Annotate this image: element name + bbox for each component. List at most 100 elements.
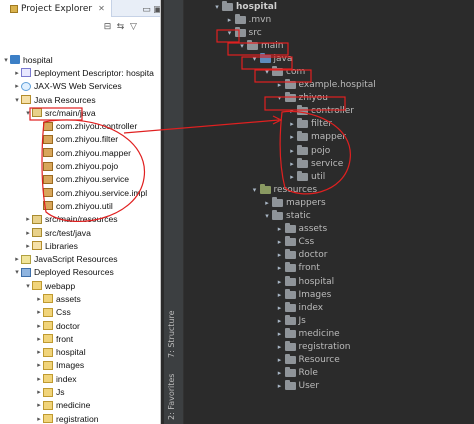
tree-node[interactable]: ▸ doctor [184, 249, 474, 262]
tree-node[interactable]: ▸ Role [184, 367, 474, 380]
tree-item[interactable]: ▸ Css [0, 306, 160, 319]
collapsed-arrow-icon[interactable]: ▸ [287, 173, 297, 181]
link-editor-icon[interactable]: ⇆ [114, 20, 127, 33]
tree-item[interactable]: ▸ Libraries [0, 239, 160, 252]
collapsed-arrow-icon[interactable]: ▸ [275, 278, 285, 286]
tree-node[interactable]: ▾ main [184, 39, 474, 52]
favorites-tab[interactable]: 2: Favorites [167, 374, 176, 420]
collapsed-arrow-icon[interactable]: ▸ [35, 375, 43, 383]
tree-node[interactable]: ▸ .mvn [184, 13, 474, 26]
tree-item[interactable]: ▸ Deployment Descriptor: hospita [0, 66, 160, 79]
tree-node[interactable]: ▸ medicine [184, 327, 474, 340]
tree-node[interactable]: ▸ Images [184, 288, 474, 301]
tree-node[interactable]: ▸ front [184, 262, 474, 275]
expanded-arrow-icon[interactable]: ▾ [2, 56, 10, 64]
collapsed-arrow-icon[interactable]: ▸ [287, 107, 297, 115]
collapsed-arrow-icon[interactable]: ▸ [35, 295, 43, 303]
tree-item[interactable]: ▸ Images [0, 359, 160, 372]
project-explorer-tab[interactable]: Project Explorer ✕ [0, 0, 112, 17]
tree-item[interactable]: com.zhiyou.controller [0, 119, 160, 132]
collapsed-arrow-icon[interactable]: ▸ [275, 291, 285, 299]
collapsed-arrow-icon[interactable]: ▸ [35, 322, 43, 330]
collapsed-arrow-icon[interactable]: ▸ [13, 69, 21, 77]
collapsed-arrow-icon[interactable]: ▸ [287, 147, 297, 155]
collapsed-arrow-icon[interactable]: ▸ [275, 317, 285, 325]
tree-item[interactable]: ▾ hospital [0, 53, 160, 66]
tree-node[interactable]: ▸ assets [184, 223, 474, 236]
expanded-arrow-icon[interactable]: ▾ [24, 109, 32, 117]
collapsed-arrow-icon[interactable]: ▸ [275, 369, 285, 377]
tree-node[interactable]: ▾ src [184, 26, 474, 39]
tree-node[interactable]: ▸ index [184, 301, 474, 314]
tree-node[interactable]: ▾ zhiyou [184, 92, 474, 105]
expanded-arrow-icon[interactable]: ▾ [262, 212, 272, 220]
collapsed-arrow-icon[interactable]: ▸ [287, 160, 297, 168]
collapsed-arrow-icon[interactable]: ▸ [275, 264, 285, 272]
collapsed-arrow-icon[interactable]: ▸ [35, 415, 43, 423]
expanded-arrow-icon[interactable]: ▾ [275, 94, 285, 102]
collapsed-arrow-icon[interactable]: ▸ [275, 225, 285, 233]
tree-node[interactable]: ▸ filter [184, 118, 474, 131]
collapsed-arrow-icon[interactable]: ▸ [13, 255, 21, 263]
expanded-arrow-icon[interactable]: ▾ [250, 186, 260, 194]
expanded-arrow-icon[interactable]: ▾ [250, 55, 260, 63]
tree-node[interactable]: ▾ java [184, 52, 474, 65]
expanded-arrow-icon[interactable]: ▾ [24, 282, 32, 290]
tree-node[interactable]: ▾ com [184, 65, 474, 78]
collapsed-arrow-icon[interactable]: ▸ [35, 361, 43, 369]
collapsed-arrow-icon[interactable]: ▸ [35, 348, 43, 356]
tree-item[interactable]: com.zhiyou.service.impl [0, 186, 160, 199]
expanded-arrow-icon[interactable]: ▾ [225, 29, 235, 37]
collapsed-arrow-icon[interactable]: ▸ [13, 82, 21, 90]
collapsed-arrow-icon[interactable]: ▸ [275, 356, 285, 364]
tree-item[interactable]: ▸ medicine [0, 399, 160, 412]
collapsed-arrow-icon[interactable]: ▸ [225, 16, 235, 24]
tree-node[interactable]: ▸ hospital [184, 275, 474, 288]
collapsed-arrow-icon[interactable]: ▸ [262, 199, 272, 207]
collapsed-arrow-icon[interactable]: ▸ [275, 382, 285, 390]
expanded-arrow-icon[interactable]: ▾ [237, 42, 247, 50]
collapsed-arrow-icon[interactable]: ▸ [35, 308, 43, 316]
collapsed-arrow-icon[interactable]: ▸ [275, 251, 285, 259]
tree-item[interactable]: ▸ Js [0, 385, 160, 398]
close-icon[interactable]: ✕ [98, 4, 105, 13]
collapsed-arrow-icon[interactable]: ▸ [287, 120, 297, 128]
expanded-arrow-icon[interactable]: ▾ [212, 3, 222, 11]
tree-item[interactable]: ▸ registration [0, 412, 160, 424]
tree-item[interactable]: ▸ src/main/resources [0, 213, 160, 226]
tree-node[interactable]: ▸ Resource [184, 354, 474, 367]
tree-item[interactable]: ▸ src/test/java [0, 226, 160, 239]
tree-item[interactable]: ▾ webapp [0, 279, 160, 292]
collapsed-arrow-icon[interactable]: ▸ [287, 133, 297, 141]
collapsed-arrow-icon[interactable]: ▸ [275, 304, 285, 312]
collapsed-arrow-icon[interactable]: ▸ [24, 242, 32, 250]
tree-node[interactable]: ▸ Js [184, 314, 474, 327]
collapsed-arrow-icon[interactable]: ▸ [275, 238, 285, 246]
tree-item[interactable]: ▾ src/main/java [0, 106, 160, 119]
tree-item[interactable]: ▸ front [0, 332, 160, 345]
tree-item[interactable]: ▾ Java Resources [0, 93, 160, 106]
tree-node[interactable]: ▸ util [184, 170, 474, 183]
tree-item[interactable]: ▸ doctor [0, 319, 160, 332]
collapsed-arrow-icon[interactable]: ▸ [275, 81, 285, 89]
tree-item[interactable]: ▸ assets [0, 292, 160, 305]
tree-item[interactable]: com.zhiyou.filter [0, 133, 160, 146]
tree-node[interactable]: ▸ mappers [184, 196, 474, 209]
tree-node[interactable]: ▸ User [184, 380, 474, 393]
tree-item[interactable]: ▸ hospital [0, 346, 160, 359]
tree-item[interactable]: ▸ JAX-WS Web Services [0, 80, 160, 93]
tree-node[interactable]: ▸ controller [184, 105, 474, 118]
view-menu-icon[interactable]: ▽ [127, 20, 140, 33]
collapse-all-icon[interactable]: ⊟ [101, 20, 114, 33]
tree-item[interactable]: com.zhiyou.mapper [0, 146, 160, 159]
collapsed-arrow-icon[interactable]: ▸ [24, 229, 32, 237]
tree-node[interactable]: ▸ mapper [184, 131, 474, 144]
tree-item[interactable]: ▸ JavaScript Resources [0, 252, 160, 265]
maximize-icon[interactable]: ▣ [151, 3, 160, 16]
collapsed-arrow-icon[interactable]: ▸ [35, 388, 43, 396]
expanded-arrow-icon[interactable]: ▾ [13, 268, 21, 276]
tree-node[interactable]: ▸ example.hospital [184, 79, 474, 92]
tree-node[interactable]: ▸ registration [184, 340, 474, 353]
tree-node[interactable]: ▾ resources [184, 183, 474, 196]
tree-item[interactable]: ▸ index [0, 372, 160, 385]
